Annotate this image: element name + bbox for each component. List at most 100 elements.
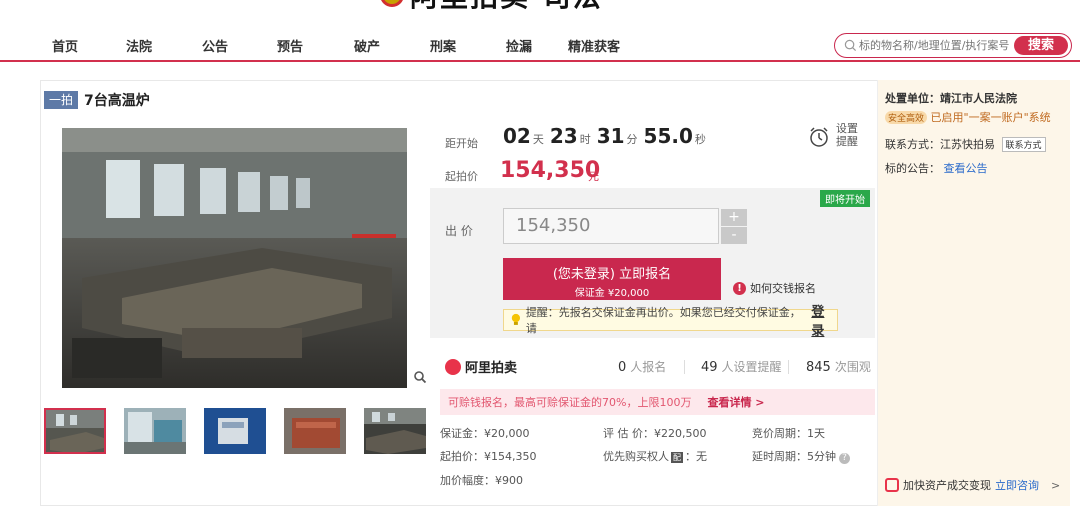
reminder-count-label: 人设置提醒: [721, 360, 782, 374]
court-emblem-icon: [380, 0, 404, 7]
view-count-label: 次围观: [834, 360, 871, 374]
item-title-row: 一拍 7台高温炉: [44, 90, 150, 110]
promo-details-link[interactable]: 查看详情 >: [707, 394, 764, 410]
notice-label: 标的公告：: [885, 162, 940, 175]
stat-divider: [684, 360, 685, 374]
countdown-seconds-unit: 秒: [694, 133, 706, 146]
countdown-days: 02: [503, 124, 531, 148]
countdown-timer: 02 天 23 时 31 分 55.0 秒: [503, 124, 710, 148]
chevron-right-icon[interactable]: >: [1051, 479, 1060, 492]
court-unit: 处置单位：靖江市人民法院: [885, 92, 1017, 105]
notice-row: 标的公告： 查看公告: [885, 160, 988, 176]
login-tip: 提醒：先报名交保证金再出价。如果您已经交付保证金，请 登录: [503, 305, 838, 339]
nav-divider: [0, 60, 1080, 62]
reminder-count-num: 49: [701, 360, 718, 375]
consult-link[interactable]: 立即咨询: [995, 477, 1039, 493]
nav-item-criminal[interactable]: 刑案: [430, 36, 456, 55]
bid-increase-button[interactable]: +: [721, 209, 747, 226]
countdown-minutes: 31: [596, 124, 625, 148]
coming-soon-badge: 即将开始: [820, 190, 870, 207]
delay-text: 延时周期：5分钟: [752, 450, 836, 463]
thumbnail[interactable]: [44, 408, 106, 454]
nav-item-preview[interactable]: 预告: [277, 36, 303, 55]
thumbnail[interactable]: [204, 408, 266, 454]
view-count: 845 次围观: [806, 358, 871, 375]
bid-decrease-button[interactable]: -: [721, 227, 747, 244]
info-icon: !: [733, 281, 746, 295]
view-count-num: 845: [806, 360, 831, 375]
reminder-label: 设置提醒: [836, 122, 858, 148]
start-price-info: 起拍价：¥154,350: [440, 450, 537, 463]
ali-auction-logo-icon: [445, 358, 461, 375]
countdown-label: 距开始: [445, 137, 478, 150]
logo-text: 阿里拍卖·司法: [410, 0, 603, 15]
nav-item-bankruptcy[interactable]: 破产: [354, 36, 380, 55]
safe-account-row: 安全高效 已启用"一案一账户"系统: [885, 109, 1051, 125]
contact-row: 联系方式：江苏快拍易 联系方式: [885, 136, 1046, 152]
brand-text: 阿里拍卖: [465, 361, 518, 376]
search-button[interactable]: 搜索: [1014, 36, 1068, 55]
zoom-icon[interactable]: [413, 370, 427, 384]
nav-item-notice[interactable]: 公告: [202, 36, 228, 55]
start-price-label: 起拍价: [445, 170, 478, 183]
countdown-minutes-unit: 分: [626, 133, 638, 146]
countdown-days-unit: 天: [532, 133, 544, 146]
search-icon: [844, 39, 857, 52]
ali-auction-brand: 阿里拍卖: [445, 357, 517, 376]
contact-label: 联系方式：江苏快拍易: [885, 138, 995, 151]
priority-buyer-info: 优先购买权人配：无: [603, 448, 707, 464]
signup-label: (您未登录) 立即报名: [552, 267, 672, 282]
cycle-info: 竞价周期：1天: [752, 427, 825, 440]
bid-label: 出 价: [445, 224, 473, 238]
reminder-count: 49 人设置提醒: [701, 358, 782, 375]
consult-text: 加快资产成交变现: [903, 479, 991, 492]
stat-divider: [788, 360, 789, 374]
search-input[interactable]: [859, 36, 1027, 55]
thumbnail[interactable]: [364, 408, 426, 454]
priority-buyer-label: 优先购买权人: [603, 450, 669, 463]
search-box: 搜索: [834, 33, 1072, 58]
signup-deposit: 保证金 ¥20,000: [574, 288, 650, 299]
round-tag: 一拍: [44, 91, 79, 109]
thumbnail[interactable]: [124, 408, 186, 454]
bid-amount-field[interactable]: 154,350: [503, 208, 719, 244]
nav-item-bargain[interactable]: 捡漏: [506, 36, 532, 55]
how-to-pay-label: 如何交钱报名: [750, 282, 816, 295]
main-product-image[interactable]: [62, 128, 407, 388]
credit-promo-banner: 可赊钱报名，最高可赊保证金的70%，上限100万 查看详情 >: [440, 389, 875, 415]
promo-text: 可赊钱报名，最高可赊保证金的70%，上限100万: [448, 396, 692, 409]
countdown-hours: 23: [549, 124, 578, 148]
help-icon[interactable]: ?: [839, 453, 850, 464]
start-price-value: 154,350: [500, 158, 601, 183]
priority-badge: 配: [671, 452, 683, 463]
delay-info: 延时周期：5分钟?: [752, 448, 850, 464]
login-link[interactable]: 登录: [811, 301, 837, 339]
site-logo[interactable]: 阿里拍卖·司法: [380, 0, 700, 15]
countdown-hours-unit: 时: [579, 133, 591, 146]
appraisal-info: 评 估 价：¥220,500: [603, 427, 707, 440]
alarm-clock-icon: [810, 127, 828, 147]
safe-badge: 安全高效: [885, 111, 928, 124]
view-notice-link[interactable]: 查看公告: [944, 162, 988, 175]
consult-row: 加快资产成交变现 立即咨询 >: [885, 477, 1060, 493]
lightbulb-icon: [511, 313, 521, 325]
signup-count: 0 人报名: [618, 358, 666, 375]
nav-item-leads[interactable]: 精准获客: [568, 36, 620, 55]
nav-item-court[interactable]: 法院: [126, 36, 152, 55]
deposit-info: 保证金：¥20,000: [440, 427, 530, 440]
how-to-pay-link[interactable]: ! 如何交钱报名: [733, 280, 816, 296]
priority-buyer-value: ：无: [685, 450, 707, 463]
consult-icon: [885, 478, 899, 492]
set-reminder-button[interactable]: 设置提醒: [808, 122, 868, 152]
thumbnail[interactable]: [284, 408, 346, 454]
signup-button[interactable]: (您未登录) 立即报名 保证金 ¥20,000: [503, 258, 721, 300]
safe-account-text: 已启用"一案一账户"系统: [930, 111, 1051, 124]
item-title: 7台高温炉: [84, 93, 150, 109]
signup-count-num: 0: [618, 360, 627, 375]
countdown-seconds: 55.0: [643, 124, 693, 148]
tip-text: 提醒：先报名交保证金再出价。如果您已经交付保证金，请: [525, 306, 801, 335]
start-price-unit: 元: [588, 170, 599, 183]
contact-button[interactable]: 联系方式: [1001, 137, 1046, 152]
nav-item-home[interactable]: 首页: [52, 36, 78, 55]
signup-count-label: 人报名: [630, 360, 667, 374]
